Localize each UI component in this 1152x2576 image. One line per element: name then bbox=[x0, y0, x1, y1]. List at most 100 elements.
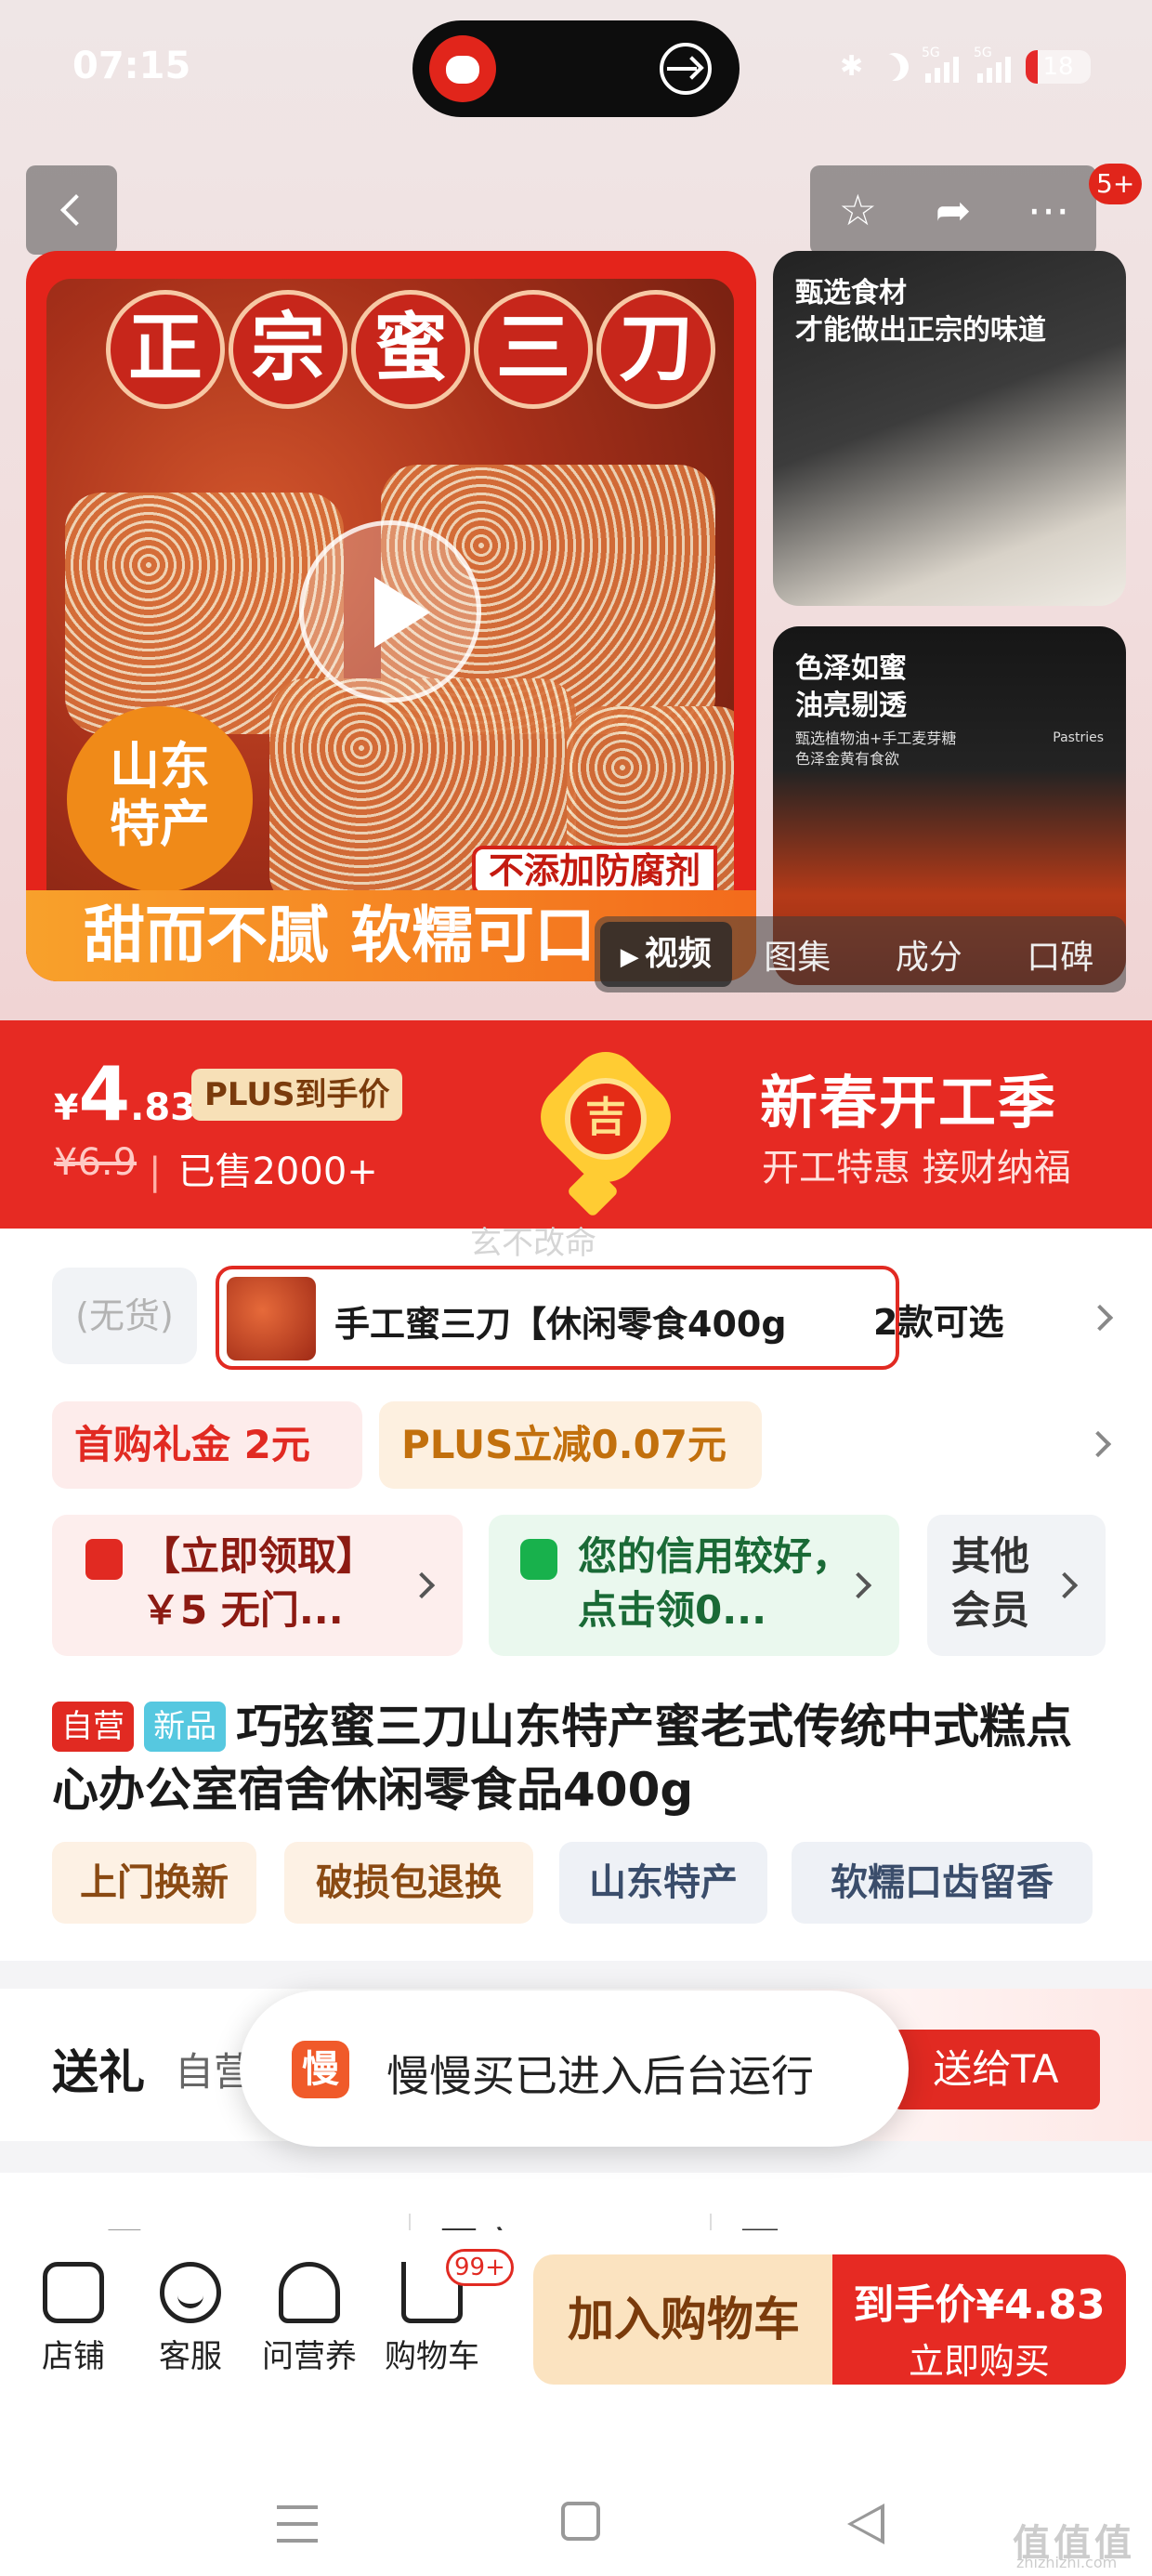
price-decimal: .83 bbox=[130, 1086, 196, 1129]
caption-line: 色泽如蜜 bbox=[795, 652, 907, 685]
system-nav-bar: 值值值 zhizhizhi.com bbox=[0, 2403, 1152, 2576]
lucky-knot-icon: 吉 bbox=[527, 1038, 685, 1218]
thumbnail-caption: 甄选食材 才能做出正宗的味道 bbox=[795, 275, 1046, 349]
no-preservative-label: 不添加防腐剂 bbox=[472, 846, 718, 896]
headline-char: 蜜 bbox=[351, 290, 470, 409]
floating-app-pill[interactable] bbox=[412, 20, 740, 117]
subtext-line: 甄选植物油+手工麦芽糖 bbox=[795, 729, 957, 747]
bottom-action-bar: 店铺 客服 问营养 99+ 购物车 加入购物车 到手价¥4.83 立即购买 bbox=[0, 2230, 1152, 2403]
headline-char: 宗 bbox=[229, 290, 347, 409]
coupon-claim-card[interactable]: 【立即领取】￥5 无门... bbox=[52, 1515, 463, 1656]
send-gift-button[interactable]: 送给TA bbox=[892, 2030, 1100, 2109]
other-membership-card[interactable]: 其他会员 bbox=[927, 1515, 1106, 1656]
network-type: 5G bbox=[974, 46, 992, 60]
festival-subtitle: 开工特惠 接财纳福 bbox=[762, 1147, 1071, 1189]
signal-icon: 5G bbox=[974, 46, 1011, 83]
media-tabs: 视频 图集 成分 口碑 bbox=[595, 916, 1126, 992]
coupon-row[interactable]: 首购礼金 2元 PLUS立减0.07元 bbox=[52, 1401, 1120, 1489]
enter-icon[interactable] bbox=[660, 43, 712, 95]
back-triangle-icon[interactable] bbox=[847, 2504, 884, 2544]
watermark: 玄不改命 bbox=[470, 1225, 596, 1262]
origin-badge-line: 山东 bbox=[110, 737, 210, 795]
toast-message: 慢慢买已进入后台运行 bbox=[386, 2051, 814, 2101]
lucky-char: 吉 bbox=[565, 1078, 647, 1160]
origin-badge-line: 特产 bbox=[110, 795, 210, 853]
tab-video[interactable]: 视频 bbox=[600, 922, 732, 987]
other-membership-text: 其他会员 bbox=[951, 1533, 1030, 1633]
buy-now-label: 立即购买 bbox=[908, 2341, 1050, 2382]
store-icon bbox=[43, 2262, 104, 2323]
jd-app-icon[interactable] bbox=[429, 35, 496, 102]
festival-title[interactable]: 新春开工季 bbox=[760, 1056, 1057, 1139]
tab-gallery[interactable]: 图集 bbox=[732, 930, 864, 979]
variant-selector[interactable]: (无货) 手工蜜三刀【休闲零食400g 2款可选 bbox=[52, 1266, 1120, 1370]
sold-count: 已售2000+ bbox=[149, 1141, 377, 1195]
nutrition-button[interactable]: 问营养 bbox=[249, 2262, 370, 2376]
plus-price-tag: PLUS到手价 bbox=[191, 1069, 403, 1121]
nutrition-label: 问营养 bbox=[262, 2338, 357, 2375]
customer-service-button[interactable]: 客服 bbox=[130, 2262, 251, 2376]
credit-offer-card[interactable]: 您的信用较好，点击领0... bbox=[489, 1515, 899, 1656]
variant-name: 手工蜜三刀【休闲零食400g bbox=[334, 1304, 787, 1345]
plus-discount-coupon[interactable]: PLUS立减0.07元 bbox=[379, 1401, 762, 1489]
more-dots-icon[interactable]: ⋯ bbox=[1021, 182, 1077, 238]
headline-char: 三 bbox=[474, 290, 593, 409]
final-price: ¥ 4 .83 bbox=[54, 1058, 196, 1132]
cart-label: 购物车 bbox=[385, 2338, 479, 2375]
variant-out-of-stock[interactable]: (无货) bbox=[52, 1268, 197, 1364]
section-divider bbox=[0, 1961, 1152, 1989]
buy-now-button[interactable]: 到手价¥4.83 立即购买 bbox=[832, 2254, 1126, 2385]
star-icon[interactable]: ☆ bbox=[830, 182, 885, 238]
back-button[interactable] bbox=[26, 165, 117, 255]
battery-icon: 18 bbox=[1026, 50, 1091, 84]
cart-button[interactable]: 99+ 购物车 bbox=[372, 2249, 514, 2376]
play-icon[interactable] bbox=[299, 520, 481, 703]
nutritionist-icon bbox=[279, 2262, 340, 2323]
original-price: ¥6.9 bbox=[54, 1141, 137, 1184]
product-gallery[interactable]: 07:15 5G 5G 18 ☆ ➦ ⋯ 5+ bbox=[0, 0, 1152, 1020]
home-icon[interactable] bbox=[561, 2502, 600, 2541]
service-tag[interactable]: 山东特产 bbox=[559, 1842, 767, 1924]
site-url: zhizhizhi.com bbox=[1016, 2554, 1118, 2571]
caption-line: 油亮剔透 bbox=[795, 690, 907, 722]
chevron-right-icon[interactable] bbox=[1086, 1304, 1114, 1332]
chevron-right-icon[interactable] bbox=[1084, 1430, 1112, 1458]
gallery-thumbnail-ingredients[interactable]: 甄选食材 才能做出正宗的味道 bbox=[773, 251, 1126, 606]
service-label: 客服 bbox=[159, 2338, 222, 2375]
pastries-label: Pastries bbox=[1053, 730, 1104, 745]
manmanmai-app-icon: 慢 bbox=[292, 2041, 349, 2098]
tab-reviews[interactable]: 口碑 bbox=[995, 930, 1127, 979]
main-product-video[interactable]: 正 宗 蜜 三 刀 山东 特产 不添加防腐剂 甜而不腻 软糯可口 bbox=[26, 251, 756, 981]
service-tag[interactable]: 上门换新 bbox=[52, 1842, 256, 1924]
product-headline: 正 宗 蜜 三 刀 bbox=[106, 290, 715, 409]
variant-selected[interactable]: 手工蜜三刀【休闲零食400g bbox=[216, 1266, 899, 1370]
share-icon[interactable]: ➦ bbox=[925, 182, 981, 238]
shop-button[interactable]: 店铺 bbox=[13, 2262, 134, 2376]
menu-icon[interactable] bbox=[277, 2505, 318, 2543]
thumbnail-subtext: 甄选植物油+手工麦芽糖 色泽金黄有食欲 bbox=[795, 729, 956, 769]
service-tag[interactable]: 软糯口齿留香 bbox=[792, 1842, 1093, 1924]
caption-line: 才能做出正宗的味道 bbox=[795, 314, 1046, 347]
battery-level: 18 bbox=[1042, 53, 1074, 81]
network-type: 5G bbox=[922, 46, 940, 60]
clock: 07:15 bbox=[72, 45, 191, 87]
bluetooth-icon bbox=[840, 51, 866, 83]
caption-line: 甄选食材 bbox=[795, 277, 907, 309]
self-operated-tag: 自营 bbox=[52, 1702, 134, 1752]
tab-ingredients[interactable]: 成分 bbox=[863, 930, 995, 979]
smiley-icon bbox=[160, 2262, 221, 2323]
first-purchase-coupon[interactable]: 首购礼金 2元 bbox=[52, 1401, 362, 1489]
origin-badge: 山东 特产 bbox=[67, 706, 253, 892]
service-tag[interactable]: 破损包退换 bbox=[284, 1842, 533, 1924]
new-product-tag: 新品 bbox=[144, 1702, 227, 1752]
coupon-icon bbox=[85, 1539, 123, 1580]
price-banner: ¥ 4 .83 PLUS到手价 ¥6.9 已售2000+ 吉 新春开工季 开工特… bbox=[0, 1020, 1152, 1229]
background-run-toast: 慢 慢慢买已进入后台运行 bbox=[240, 1991, 909, 2147]
cart-count-badge: 99+ bbox=[446, 2249, 514, 2286]
coupon-claim-text: 【立即领取】￥5 无门... bbox=[141, 1533, 376, 1633]
add-to-cart-button[interactable]: 加入购物车 bbox=[533, 2254, 834, 2385]
price-currency: ¥ bbox=[54, 1087, 79, 1128]
variant-thumbnail bbox=[227, 1277, 316, 1360]
signal-icon: 5G bbox=[922, 46, 959, 83]
variant-count: 2款可选 bbox=[873, 1302, 1004, 1343]
